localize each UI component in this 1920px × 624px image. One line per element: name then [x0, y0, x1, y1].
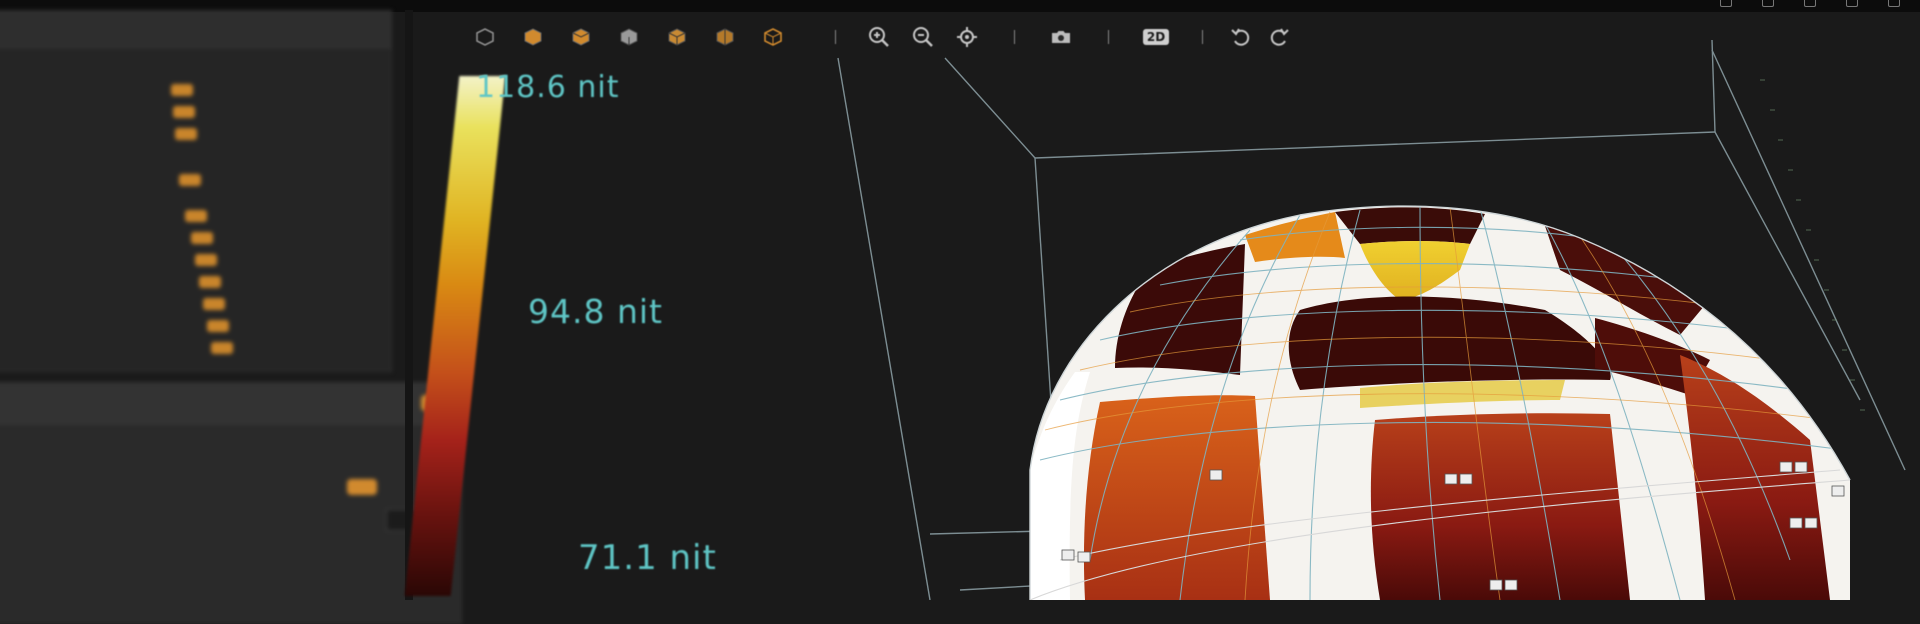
- dome-luminance-map: [1030, 206, 1850, 600]
- viewport-3d[interactable]: [0, 0, 1920, 600]
